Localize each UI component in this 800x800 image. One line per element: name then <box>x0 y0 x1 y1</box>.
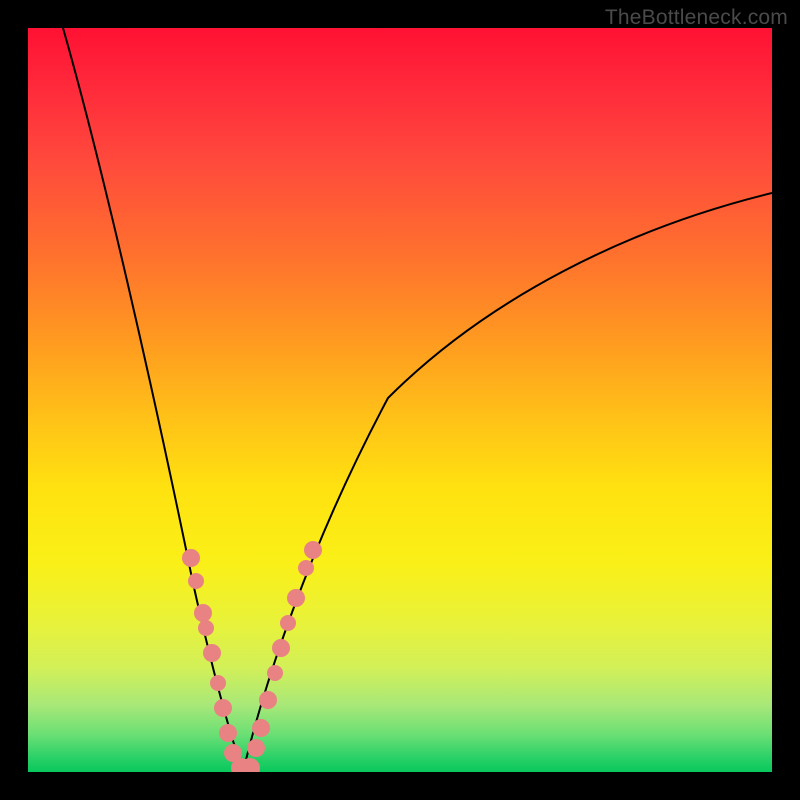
data-point <box>267 665 283 681</box>
data-point <box>210 675 226 691</box>
data-point <box>214 699 232 717</box>
right-curve <box>243 193 772 772</box>
data-point <box>252 719 270 737</box>
data-point <box>304 541 322 559</box>
data-point <box>287 589 305 607</box>
data-point <box>203 644 221 662</box>
data-point <box>188 573 204 589</box>
data-point <box>219 724 237 742</box>
data-point <box>194 604 212 622</box>
chart-svg <box>28 28 772 772</box>
data-point <box>280 615 296 631</box>
frame: TheBottleneck.com <box>0 0 800 800</box>
data-point <box>198 620 214 636</box>
data-point <box>272 639 290 657</box>
data-point <box>182 549 200 567</box>
data-point <box>298 560 314 576</box>
watermark-text: TheBottleneck.com <box>605 6 788 30</box>
data-point <box>259 691 277 709</box>
data-point <box>247 739 265 757</box>
